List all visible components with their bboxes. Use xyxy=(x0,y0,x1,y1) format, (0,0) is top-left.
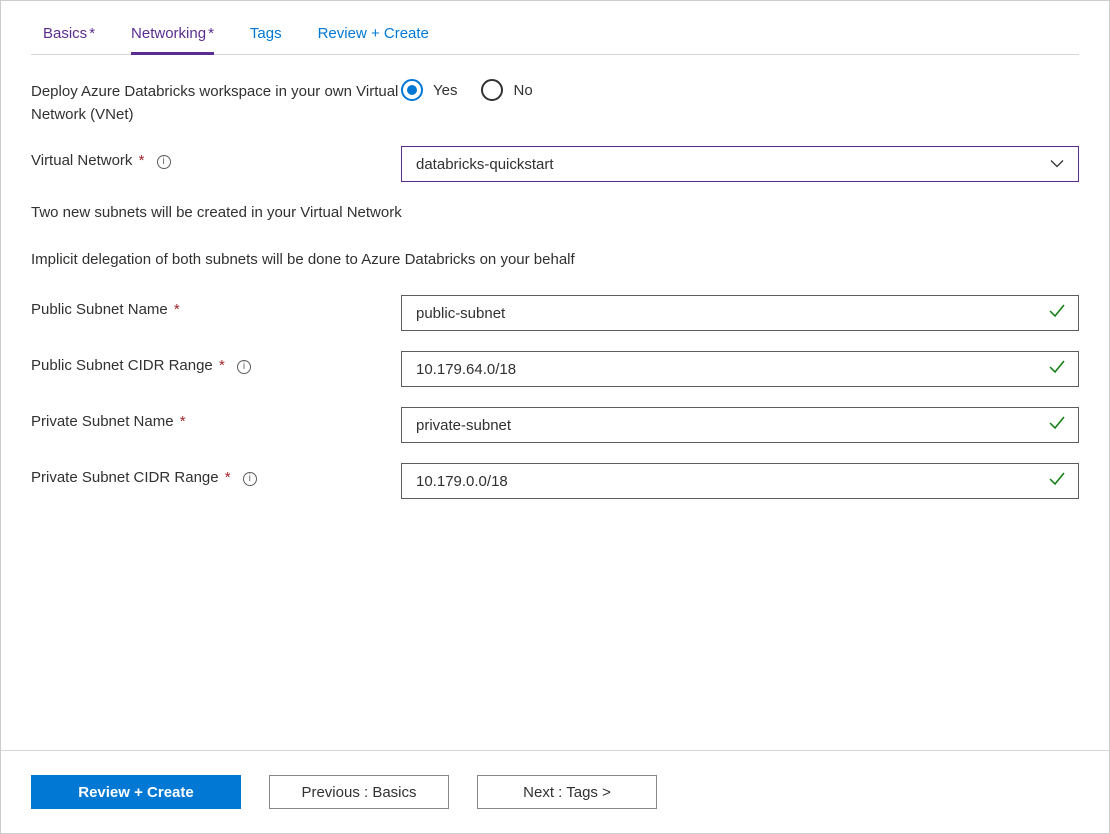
footer-bar: Review + Create Previous : Basics Next :… xyxy=(1,750,1109,833)
private-subnet-cidr-label-col: Private Subnet CIDR Range * i xyxy=(31,463,401,490)
radio-icon xyxy=(401,79,423,101)
subnet-info-2: Implicit delegation of both subnets will… xyxy=(31,249,1079,272)
private-subnet-name-label: Private Subnet Name xyxy=(31,413,174,430)
review-create-button[interactable]: Review + Create xyxy=(31,775,241,809)
subnet-info-1: Two new subnets will be created in your … xyxy=(31,202,1079,225)
check-icon xyxy=(1048,303,1066,323)
info-icon[interactable]: i xyxy=(243,472,257,486)
required-marker: * xyxy=(219,357,225,374)
row-deploy-vnet: Deploy Azure Databricks workspace in you… xyxy=(31,77,1079,126)
tab-label: Networking xyxy=(131,25,206,42)
row-virtual-network: Virtual Network * i databricks-quickstar… xyxy=(31,146,1079,182)
radio-label: Yes xyxy=(433,82,457,99)
previous-button[interactable]: Previous : Basics xyxy=(269,775,449,809)
public-subnet-cidr-label-col: Public Subnet CIDR Range * i xyxy=(31,351,401,378)
info-icon[interactable]: i xyxy=(237,360,251,374)
tab-basics[interactable]: Basics* xyxy=(43,25,95,54)
row-private-subnet-cidr: Private Subnet CIDR Range * i 10.179.0.0… xyxy=(31,463,1079,499)
required-marker: * xyxy=(174,301,180,318)
private-subnet-name-label-col: Private Subnet Name * xyxy=(31,407,401,434)
public-subnet-cidr-label: Public Subnet CIDR Range xyxy=(31,357,213,374)
virtual-network-select[interactable]: databricks-quickstart xyxy=(401,146,1079,182)
page-frame: Basics* Networking* Tags Review + Create… xyxy=(0,0,1110,834)
previous-label: Previous : Basics xyxy=(301,784,416,801)
public-subnet-name-label-col: Public Subnet Name * xyxy=(31,295,401,322)
tab-label: Tags xyxy=(250,25,282,42)
required-marker: * xyxy=(139,152,145,169)
required-marker: * xyxy=(89,25,95,42)
deploy-vnet-label: Deploy Azure Databricks workspace in you… xyxy=(31,77,401,126)
form-body: Deploy Azure Databricks workspace in you… xyxy=(31,55,1079,499)
row-private-subnet-name: Private Subnet Name * private-subnet xyxy=(31,407,1079,443)
next-button[interactable]: Next : Tags > xyxy=(477,775,657,809)
next-label: Next : Tags > xyxy=(523,784,611,801)
radio-label: No xyxy=(513,82,532,99)
required-marker: * xyxy=(180,413,186,430)
deploy-vnet-radio-group: Yes No xyxy=(401,77,1079,101)
private-subnet-cidr-value: 10.179.0.0/18 xyxy=(416,473,508,490)
private-subnet-name-input[interactable]: private-subnet xyxy=(401,407,1079,443)
tab-tags[interactable]: Tags xyxy=(250,25,282,54)
review-create-label: Review + Create xyxy=(78,784,193,801)
private-subnet-cidr-label: Private Subnet CIDR Range xyxy=(31,469,219,486)
chevron-down-icon xyxy=(1050,156,1064,173)
check-icon xyxy=(1048,471,1066,491)
virtual-network-label: Virtual Network xyxy=(31,152,132,169)
tab-review-create[interactable]: Review + Create xyxy=(318,25,429,54)
deploy-vnet-yes[interactable]: Yes xyxy=(401,79,457,101)
tab-label: Review + Create xyxy=(318,25,429,42)
private-subnet-name-value: private-subnet xyxy=(416,417,511,434)
check-icon xyxy=(1048,359,1066,379)
public-subnet-cidr-value: 10.179.64.0/18 xyxy=(416,361,516,378)
deploy-vnet-no[interactable]: No xyxy=(481,79,532,101)
virtual-network-label-col: Virtual Network * i xyxy=(31,146,401,173)
row-public-subnet-cidr: Public Subnet CIDR Range * i 10.179.64.0… xyxy=(31,351,1079,387)
tab-label: Basics xyxy=(43,25,87,42)
required-marker: * xyxy=(208,25,214,42)
virtual-network-value: databricks-quickstart xyxy=(416,156,554,173)
public-subnet-name-value: public-subnet xyxy=(416,305,505,322)
tab-bar: Basics* Networking* Tags Review + Create xyxy=(31,1,1079,55)
private-subnet-cidr-input[interactable]: 10.179.0.0/18 xyxy=(401,463,1079,499)
check-icon xyxy=(1048,415,1066,435)
radio-icon xyxy=(481,79,503,101)
info-icon[interactable]: i xyxy=(157,155,171,169)
required-marker: * xyxy=(225,469,231,486)
public-subnet-cidr-input[interactable]: 10.179.64.0/18 xyxy=(401,351,1079,387)
public-subnet-name-input[interactable]: public-subnet xyxy=(401,295,1079,331)
tab-networking[interactable]: Networking* xyxy=(131,25,214,55)
public-subnet-name-label: Public Subnet Name xyxy=(31,301,168,318)
row-public-subnet-name: Public Subnet Name * public-subnet xyxy=(31,295,1079,331)
